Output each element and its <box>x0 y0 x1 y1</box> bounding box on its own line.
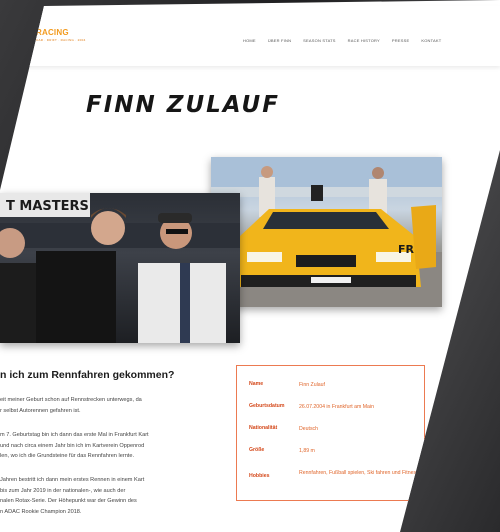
nav-kontakt[interactable]: KONTAKT <box>421 38 441 43</box>
page-title: FINN ZULAUF <box>86 92 280 118</box>
nav-home[interactable]: HOME <box>243 38 256 43</box>
paragraph-line: n ADAC Rookie Champion 2018. <box>0 508 82 515</box>
paragraph-2: m 7. Geburtstag bin ich dann das erste M… <box>0 430 206 462</box>
paragraph-line: len, wo ich die Grundsteine für das Renn… <box>0 453 135 459</box>
nav-season-stats[interactable]: SEASON STATS <box>303 38 335 43</box>
drivers-photo-illustration: T MASTERS <box>0 193 240 343</box>
drivers-photo: T MASTERS <box>0 193 240 343</box>
info-label: Geburtsdatum <box>249 403 285 409</box>
nav-presse[interactable]: PRESSE <box>392 38 409 43</box>
logo-text: RACING <box>36 28 69 37</box>
info-label: Größe <box>249 447 265 453</box>
section-heading: n ich zum Rennfahren gekommen? <box>0 369 175 381</box>
car-photo-illustration: FR <box>211 157 442 307</box>
paragraph-line: eit meiner Geburt schon auf Rennstrecken… <box>0 397 142 403</box>
nav-race-history[interactable]: RACE HISTORY <box>348 38 380 43</box>
info-label: Name <box>249 381 264 387</box>
main-nav: HOME ÜBER FINN SEASON STATS RACE HISTORY… <box>243 38 441 43</box>
paragraph-line: nalen Rotax-Serie. Der Höhepunkt war der… <box>0 498 137 504</box>
info-value: 26.07.2004 in Frankfurt am Main <box>299 404 374 410</box>
car-badge: FR <box>398 243 415 256</box>
nav-ueber-finn[interactable]: ÜBER FINN <box>268 38 291 43</box>
info-value: 1,89 m <box>299 448 315 454</box>
car-photo: FR <box>211 157 442 307</box>
header: RACING CAR · DRIFT · RACING · 2004 HOME … <box>0 6 500 66</box>
paragraph-1: eit meiner Geburt schon auf Rennstrecken… <box>0 395 206 416</box>
info-value: Deutsch <box>299 426 319 432</box>
logo-tagline: CAR · DRIFT · RACING · 2004 <box>36 38 86 42</box>
info-label: Nationalität <box>249 425 278 431</box>
banner-text: T MASTERS <box>6 199 89 214</box>
paragraph-line: r selbst Autorennen gefahren ist. <box>0 407 81 414</box>
paragraph-line: und nach circa einem Jahr bin ich im Kar… <box>0 442 145 449</box>
paragraph-line: m 7. Geburtstag bin ich dann das erste M… <box>0 432 149 438</box>
paragraph-line: Jahren bestritt ich dann mein erstes Ren… <box>0 477 145 483</box>
info-value: Rennfahren, Fußball spielen, Ski fahren … <box>299 470 419 476</box>
info-label: Hobbies <box>249 473 270 479</box>
paragraph-line: bis zum Jahr 2019 in der nationalen-, wi… <box>0 487 126 494</box>
profile-info-box: Name Finn Zulauf Geburtsdatum 26.07.2004… <box>236 365 425 501</box>
paragraph-3: Jahren bestritt ich dann mein erstes Ren… <box>0 475 206 517</box>
logo[interactable]: RACING CAR · DRIFT · RACING · 2004 <box>36 28 86 42</box>
info-value: Finn Zulauf <box>299 382 325 388</box>
